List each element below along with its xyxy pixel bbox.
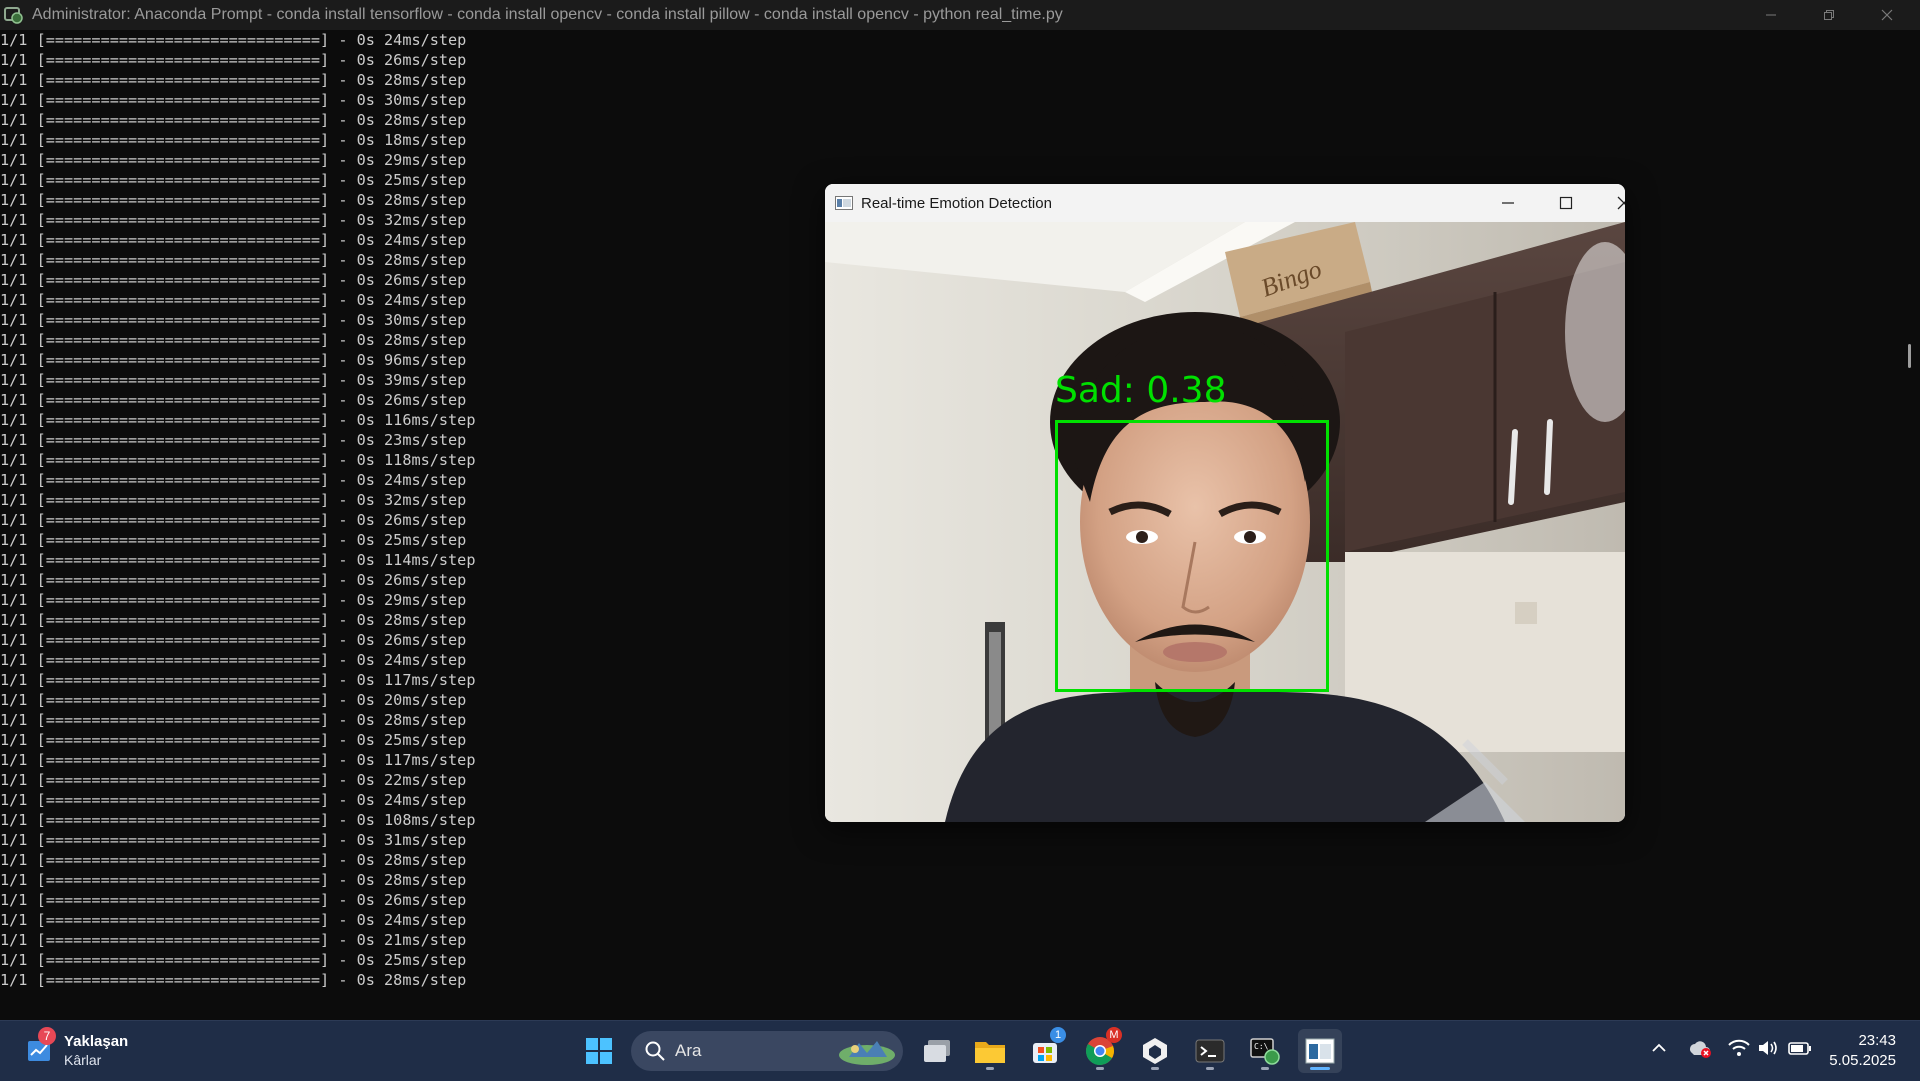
system-clock[interactable]: 23:43 5.05.2025 (1816, 1031, 1896, 1071)
opencv-window-button[interactable] (1298, 1029, 1342, 1073)
console-line: 1/1 [==============================] - 0… (0, 831, 467, 849)
onedrive-error-icon (1690, 1041, 1711, 1058)
emotion-window-title-bar[interactable]: Real-time Emotion Detection (825, 184, 1625, 222)
running-indicator (1151, 1067, 1159, 1070)
console-close-button[interactable] (1858, 0, 1916, 30)
emotion-window-title: Real-time Emotion Detection (861, 194, 1052, 212)
minimize-icon (1766, 14, 1776, 16)
clock-time: 23:43 (1858, 1032, 1896, 1049)
network-button[interactable] (1728, 1039, 1750, 1062)
restore-icon (1824, 10, 1834, 20)
close-icon (1617, 196, 1625, 210)
file-explorer-button[interactable] (968, 1029, 1012, 1073)
svg-text:C:\: C:\ (1254, 1042, 1269, 1051)
show-hidden-icons-button[interactable] (1650, 1039, 1668, 1062)
task-view-icon (924, 1040, 950, 1062)
console-line: 1/1 [==============================] - 0… (0, 71, 467, 89)
running-indicator (1261, 1067, 1269, 1070)
console-line: 1/1 [==============================] - 0… (0, 51, 467, 69)
emotion-maximize-button[interactable] (1537, 184, 1595, 222)
console-scrollbar[interactable] (1908, 344, 1911, 368)
weather-badge: 7 (38, 1027, 56, 1045)
running-indicator (986, 1067, 994, 1070)
console-line: 1/1 [==============================] - 0… (0, 851, 467, 869)
running-indicator (1206, 1067, 1214, 1070)
taskbar-search-box[interactable]: Ara (631, 1031, 903, 1071)
anaconda-prompt-icon: C:\ (1250, 1038, 1280, 1065)
emotion-label: Sad: 0.38 (1055, 370, 1227, 411)
terminal-button[interactable] (1188, 1029, 1232, 1073)
console-title: Administrator: Anaconda Prompt - conda i… (32, 6, 1063, 23)
face-bounding-box (1055, 420, 1329, 692)
store-badge: 1 (1050, 1027, 1066, 1043)
console-line: 1/1 [==============================] - 0… (0, 971, 467, 989)
console-line: 1/1 [==============================] - 0… (0, 31, 467, 49)
console-line: 1/1 [==============================] - 0… (0, 871, 467, 889)
start-button[interactable] (577, 1029, 621, 1073)
emotion-detection-window[interactable]: Real-time Emotion Detection Bingo Sad: 0… (825, 184, 1625, 822)
windows-start-icon (586, 1038, 612, 1064)
console-line: 1/1 [==============================] - 0… (0, 91, 467, 109)
console-line: 1/1 [==============================] - 0… (0, 111, 467, 129)
taskbar: 7 Yaklaşan Kârlar Ara 1 M C:\ 23:43 5.05… (0, 1020, 1920, 1081)
console-line: 1/1 [==============================] - 0… (0, 951, 467, 969)
volume-button[interactable] (1758, 1039, 1780, 1062)
opencv-window-icon (1305, 1038, 1335, 1064)
weather-title: Yaklaşan (64, 1033, 129, 1050)
weather-subtitle: Kârlar (64, 1052, 102, 1068)
app-button[interactable] (1133, 1029, 1177, 1073)
battery-icon (1788, 1042, 1811, 1055)
search-placeholder: Ara (675, 1041, 702, 1060)
console-line: 1/1 [==============================] - 0… (0, 891, 467, 909)
chrome-button[interactable]: M (1078, 1027, 1122, 1073)
console-line: 1/1 [==============================] - 0… (0, 911, 467, 929)
chevron-up-icon (1652, 1043, 1666, 1052)
volume-icon (1759, 1041, 1777, 1055)
terminal-icon (1195, 1039, 1225, 1063)
anaconda-prompt-button[interactable]: C:\ (1243, 1029, 1287, 1073)
console-title-bar[interactable]: Administrator: Anaconda Prompt - conda i… (0, 0, 1920, 30)
clock-date: 5.05.2025 (1829, 1052, 1896, 1069)
console-line: 1/1 [==============================] - 0… (0, 131, 467, 149)
console-line: 1/1 [==============================] - 0… (0, 931, 467, 949)
chrome-badge: M (1106, 1027, 1122, 1043)
minimize-icon (1502, 202, 1514, 204)
search-highlight-icon (839, 1041, 895, 1065)
emotion-minimize-button[interactable] (1479, 184, 1537, 222)
active-indicator (1310, 1067, 1330, 1070)
close-icon (1881, 9, 1893, 21)
console-line: 1/1 [==============================] - 0… (0, 151, 467, 169)
maximize-icon (1559, 196, 1573, 210)
file-explorer-icon (975, 1042, 1005, 1063)
anaconda-prompt-icon (4, 7, 23, 24)
search-icon (645, 1041, 665, 1061)
onedrive-status-button[interactable] (1688, 1039, 1712, 1064)
task-view-button[interactable] (915, 1029, 959, 1073)
console-minimize-button[interactable] (1742, 0, 1800, 30)
app-icon (1143, 1038, 1167, 1064)
console-restore-button[interactable] (1800, 0, 1858, 30)
webcam-feed: Bingo Sad: 0.38 (825, 222, 1625, 822)
microsoft-store-button[interactable]: 1 (1023, 1027, 1067, 1073)
weather-widget[interactable]: 7 Yaklaşan Kârlar (20, 1027, 160, 1073)
running-indicator (1096, 1067, 1104, 1070)
opencv-window-icon (835, 196, 853, 210)
emotion-close-button[interactable] (1595, 184, 1625, 222)
battery-button[interactable] (1788, 1039, 1812, 1062)
wifi-icon (1728, 1039, 1750, 1056)
